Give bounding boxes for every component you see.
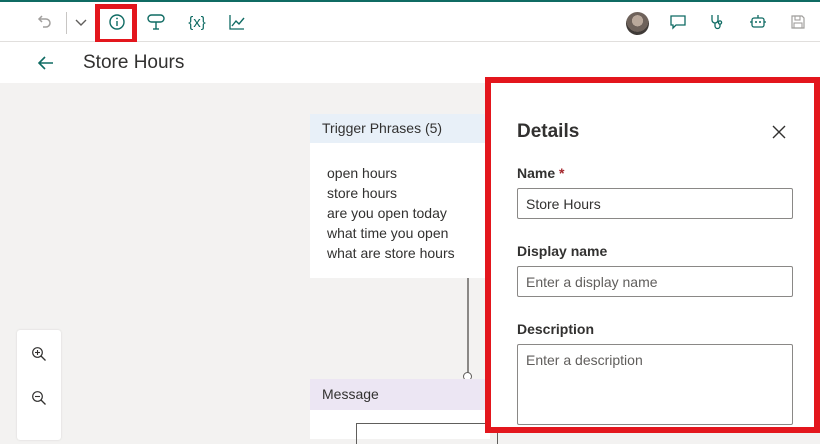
undo-dropdown-button[interactable] — [67, 8, 95, 36]
user-avatar[interactable] — [626, 12, 649, 35]
zoom-in-icon — [32, 347, 46, 361]
trigger-phrase: what time you open — [327, 225, 449, 241]
close-button[interactable] — [768, 121, 790, 143]
details-title: Details — [517, 121, 580, 142]
message-card[interactable]: Message — [310, 379, 498, 444]
back-button[interactable] — [34, 51, 58, 75]
display-name-input[interactable] — [517, 266, 793, 297]
zoom-out-icon — [32, 391, 46, 405]
name-label: Name * — [517, 165, 564, 181]
trigger-phrase: store hours — [327, 185, 398, 201]
required-marker: * — [559, 165, 565, 181]
display-name-label: Display name — [517, 243, 608, 259]
name-input[interactable] — [517, 188, 793, 219]
zoom-controls — [17, 330, 61, 440]
message-header: Message — [310, 379, 490, 410]
description-label: Description — [517, 321, 595, 337]
analytics-button[interactable] — [223, 8, 251, 36]
undo-icon — [37, 15, 51, 28]
undo-button[interactable] — [31, 8, 59, 36]
chat-button[interactable] — [664, 8, 692, 36]
trigger-phrase: open hours — [327, 165, 398, 181]
zoom-out-button[interactable] — [27, 386, 51, 410]
message-text-box[interactable] — [356, 423, 498, 444]
topic-checker-button[interactable] — [142, 8, 170, 36]
toolbar: {x} — [0, 0, 820, 44]
analytics-icon — [229, 15, 245, 30]
close-icon — [772, 125, 786, 139]
chevron-down-icon — [75, 19, 87, 26]
topic-checker-icon — [147, 14, 165, 30]
bot-icon — [750, 15, 766, 28]
info-button-highlight — [95, 4, 137, 44]
description-input[interactable] — [517, 344, 793, 425]
trigger-phrases-header: Trigger Phrases (5) — [310, 114, 490, 143]
save-icon — [791, 15, 805, 29]
save-button[interactable] — [784, 8, 812, 36]
trigger-phrases-card[interactable]: Trigger Phrases (5) open hours store hou… — [310, 114, 490, 278]
variables-label: {x} — [188, 13, 206, 31]
trigger-phrase: what are store hours — [327, 245, 455, 261]
test-button[interactable] — [703, 8, 731, 36]
bot-button[interactable] — [744, 8, 772, 36]
chat-icon — [670, 15, 686, 30]
node-connector — [467, 278, 469, 374]
zoom-in-button[interactable] — [27, 342, 51, 366]
variables-button[interactable]: {x} — [182, 8, 212, 36]
trigger-phrase: are you open today — [327, 205, 447, 221]
trigger-phrases-list: open hours store hours are you open toda… — [310, 143, 490, 263]
details-panel: Details Name * Display name Description — [485, 77, 820, 433]
name-label-text: Name — [517, 165, 556, 181]
page-title: Store Hours — [83, 52, 185, 73]
arrow-left-icon — [37, 56, 53, 70]
stethoscope-icon — [711, 15, 723, 30]
